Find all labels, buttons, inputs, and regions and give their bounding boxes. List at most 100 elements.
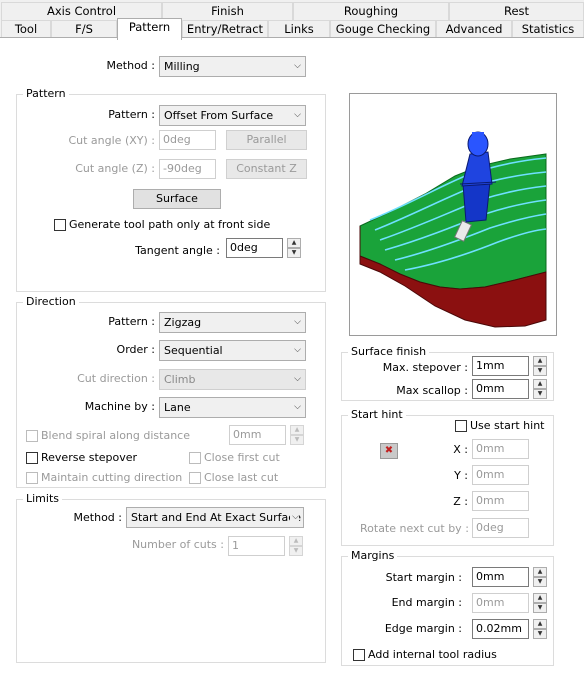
cut-angle-xy-input[interactable]: 0deg <box>159 130 216 150</box>
end-margin-input[interactable]: 0mm <box>472 593 529 613</box>
number-of-cuts-input[interactable]: 1 <box>228 536 285 556</box>
method-value: Milling <box>164 60 200 73</box>
spin-down-icon[interactable]: ▼ <box>533 389 547 399</box>
max-stepover-input[interactable]: 1mm <box>472 356 529 376</box>
tab-statistics[interactable]: Statistics <box>512 20 584 38</box>
spin-down-icon[interactable]: ▼ <box>533 603 547 613</box>
spin-up-icon[interactable]: ▲ <box>287 238 301 248</box>
tab-links[interactable]: Links <box>268 20 330 38</box>
x-input[interactable]: 0mm <box>472 439 529 459</box>
number-of-cuts-label: Number of cuts : <box>131 538 224 551</box>
spin-up-icon[interactable]: ▲ <box>290 425 304 435</box>
edge-margin-spinner[interactable]: ▲ ▼ <box>533 619 547 639</box>
cut-direction-label: Cut direction : <box>77 372 155 385</box>
spin-up-icon[interactable]: ▲ <box>533 356 547 366</box>
pattern-select[interactable]: Offset From Surface ⌵ <box>159 105 306 126</box>
chevron-down-icon: ⌵ <box>294 374 301 384</box>
edge-margin-label: Edge margin : <box>384 622 462 635</box>
constant-z-button[interactable]: Constant Z <box>226 159 307 179</box>
add-tool-radius-label: Add internal tool radius <box>368 648 497 661</box>
pick-point-icon[interactable]: ✖ <box>380 443 398 459</box>
start-margin-spinner[interactable]: ▲ ▼ <box>533 567 547 587</box>
tab-pattern[interactable]: Pattern <box>117 18 182 40</box>
cut-direction-value: Climb <box>164 373 196 386</box>
spin-up-icon[interactable]: ▲ <box>533 593 547 603</box>
spin-up-icon[interactable]: ▲ <box>533 567 547 577</box>
margins-title: Margins <box>348 549 398 562</box>
tab-row-top: Axis Control Finish Roughing Rest <box>0 2 584 20</box>
max-stepover-spinner[interactable]: ▲ ▼ <box>533 356 547 376</box>
start-hint-title: Start hint <box>348 408 406 421</box>
z-input[interactable]: 0mm <box>472 491 529 511</box>
max-scallop-spinner[interactable]: ▲ ▼ <box>533 379 547 399</box>
limits-method-select[interactable]: Start and End At Exact Surface E ⌵ <box>126 507 304 528</box>
machine-by-select[interactable]: Lane ⌵ <box>159 397 306 418</box>
pattern-group-title: Pattern <box>23 87 69 100</box>
spin-up-icon[interactable]: ▲ <box>533 619 547 629</box>
chevron-down-icon: ⌵ <box>294 110 301 120</box>
end-margin-label: End margin : <box>391 596 462 609</box>
maintain-direction-label: Maintain cutting direction <box>41 471 183 484</box>
maintain-direction-checkbox[interactable] <box>26 472 38 484</box>
close-last-cut-checkbox[interactable] <box>189 472 201 484</box>
blend-spiral-input[interactable]: 0mm <box>229 425 286 445</box>
blend-spiral-checkbox[interactable] <box>26 430 38 442</box>
rotate-next-cut-input[interactable]: 0deg <box>472 518 529 538</box>
close-last-cut-label: Close last cut <box>204 471 279 484</box>
chevron-down-icon: ⌵ <box>294 317 301 327</box>
limits-method-label: Method : <box>73 511 122 524</box>
start-margin-input[interactable]: 0mm <box>472 567 529 587</box>
direction-pattern-select[interactable]: Zigzag ⌵ <box>159 312 306 333</box>
tab-roughing[interactable]: Roughing <box>293 2 449 20</box>
close-first-cut-checkbox[interactable] <box>189 452 201 464</box>
cut-angle-z-label: Cut angle (Z) : <box>75 162 155 175</box>
y-input[interactable]: 0mm <box>472 465 529 485</box>
spin-down-icon[interactable]: ▼ <box>287 248 301 258</box>
use-start-hint-checkbox[interactable] <box>455 420 467 432</box>
tab-rest[interactable]: Rest <box>449 2 584 20</box>
reverse-stepover-checkbox[interactable] <box>26 452 38 464</box>
z-label: Z : <box>453 495 468 508</box>
reverse-stepover-label: Reverse stepover <box>41 451 138 464</box>
pattern-value: Offset From Surface <box>164 109 274 122</box>
end-margin-spinner[interactable]: ▲ ▼ <box>533 593 547 613</box>
cut-direction-select[interactable]: Climb ⌵ <box>159 369 306 390</box>
spin-down-icon[interactable]: ▼ <box>290 435 304 445</box>
tangent-angle-spinner[interactable]: ▲ ▼ <box>287 238 301 258</box>
edge-margin-input[interactable]: 0.02mm <box>472 619 529 639</box>
add-tool-radius-checkbox[interactable] <box>353 649 365 661</box>
chevron-down-icon: ⌵ <box>294 402 301 412</box>
start-margin-label: Start margin : <box>385 571 462 584</box>
cut-angle-xy-label: Cut angle (XY) : <box>68 134 155 147</box>
tab-tool[interactable]: Tool <box>1 20 51 38</box>
close-first-cut-label: Close first cut <box>204 451 280 464</box>
spin-up-icon[interactable]: ▲ <box>533 379 547 389</box>
spin-down-icon[interactable]: ▼ <box>289 546 303 556</box>
method-label: Method : <box>106 59 155 72</box>
order-label: Order : <box>116 343 155 356</box>
tab-fs[interactable]: F/S <box>51 20 117 38</box>
tangent-angle-input[interactable]: 0deg <box>226 238 283 258</box>
max-stepover-label: Max. stepover : <box>382 361 468 374</box>
parallel-button[interactable]: Parallel <box>226 130 307 150</box>
tab-advanced[interactable]: Advanced <box>436 20 512 38</box>
chevron-down-icon: ⌵ <box>294 345 301 355</box>
spin-down-icon[interactable]: ▼ <box>533 629 547 639</box>
spin-down-icon[interactable]: ▼ <box>533 577 547 587</box>
max-scallop-input[interactable]: 0mm <box>472 379 529 399</box>
surface-button[interactable]: Surface <box>133 189 221 209</box>
cut-angle-z-input[interactable]: -90deg <box>159 159 216 179</box>
machine-by-label: Machine by : <box>84 400 155 413</box>
tab-entry-retract[interactable]: Entry/Retract <box>182 20 268 38</box>
blend-spiral-spinner[interactable]: ▲ ▼ <box>290 425 304 445</box>
rotate-next-cut-label: Rotate next cut by : <box>360 522 469 535</box>
use-start-hint-label: Use start hint <box>470 419 545 432</box>
method-select[interactable]: Milling ⌵ <box>159 56 306 77</box>
spin-down-icon[interactable]: ▼ <box>533 366 547 376</box>
limits-group-title: Limits <box>23 492 62 505</box>
order-select[interactable]: Sequential ⌵ <box>159 340 306 361</box>
tab-gouge-checking[interactable]: Gouge Checking <box>330 20 436 38</box>
spin-up-icon[interactable]: ▲ <box>289 536 303 546</box>
number-of-cuts-spinner[interactable]: ▲ ▼ <box>289 536 303 556</box>
front-side-checkbox[interactable] <box>54 219 66 231</box>
